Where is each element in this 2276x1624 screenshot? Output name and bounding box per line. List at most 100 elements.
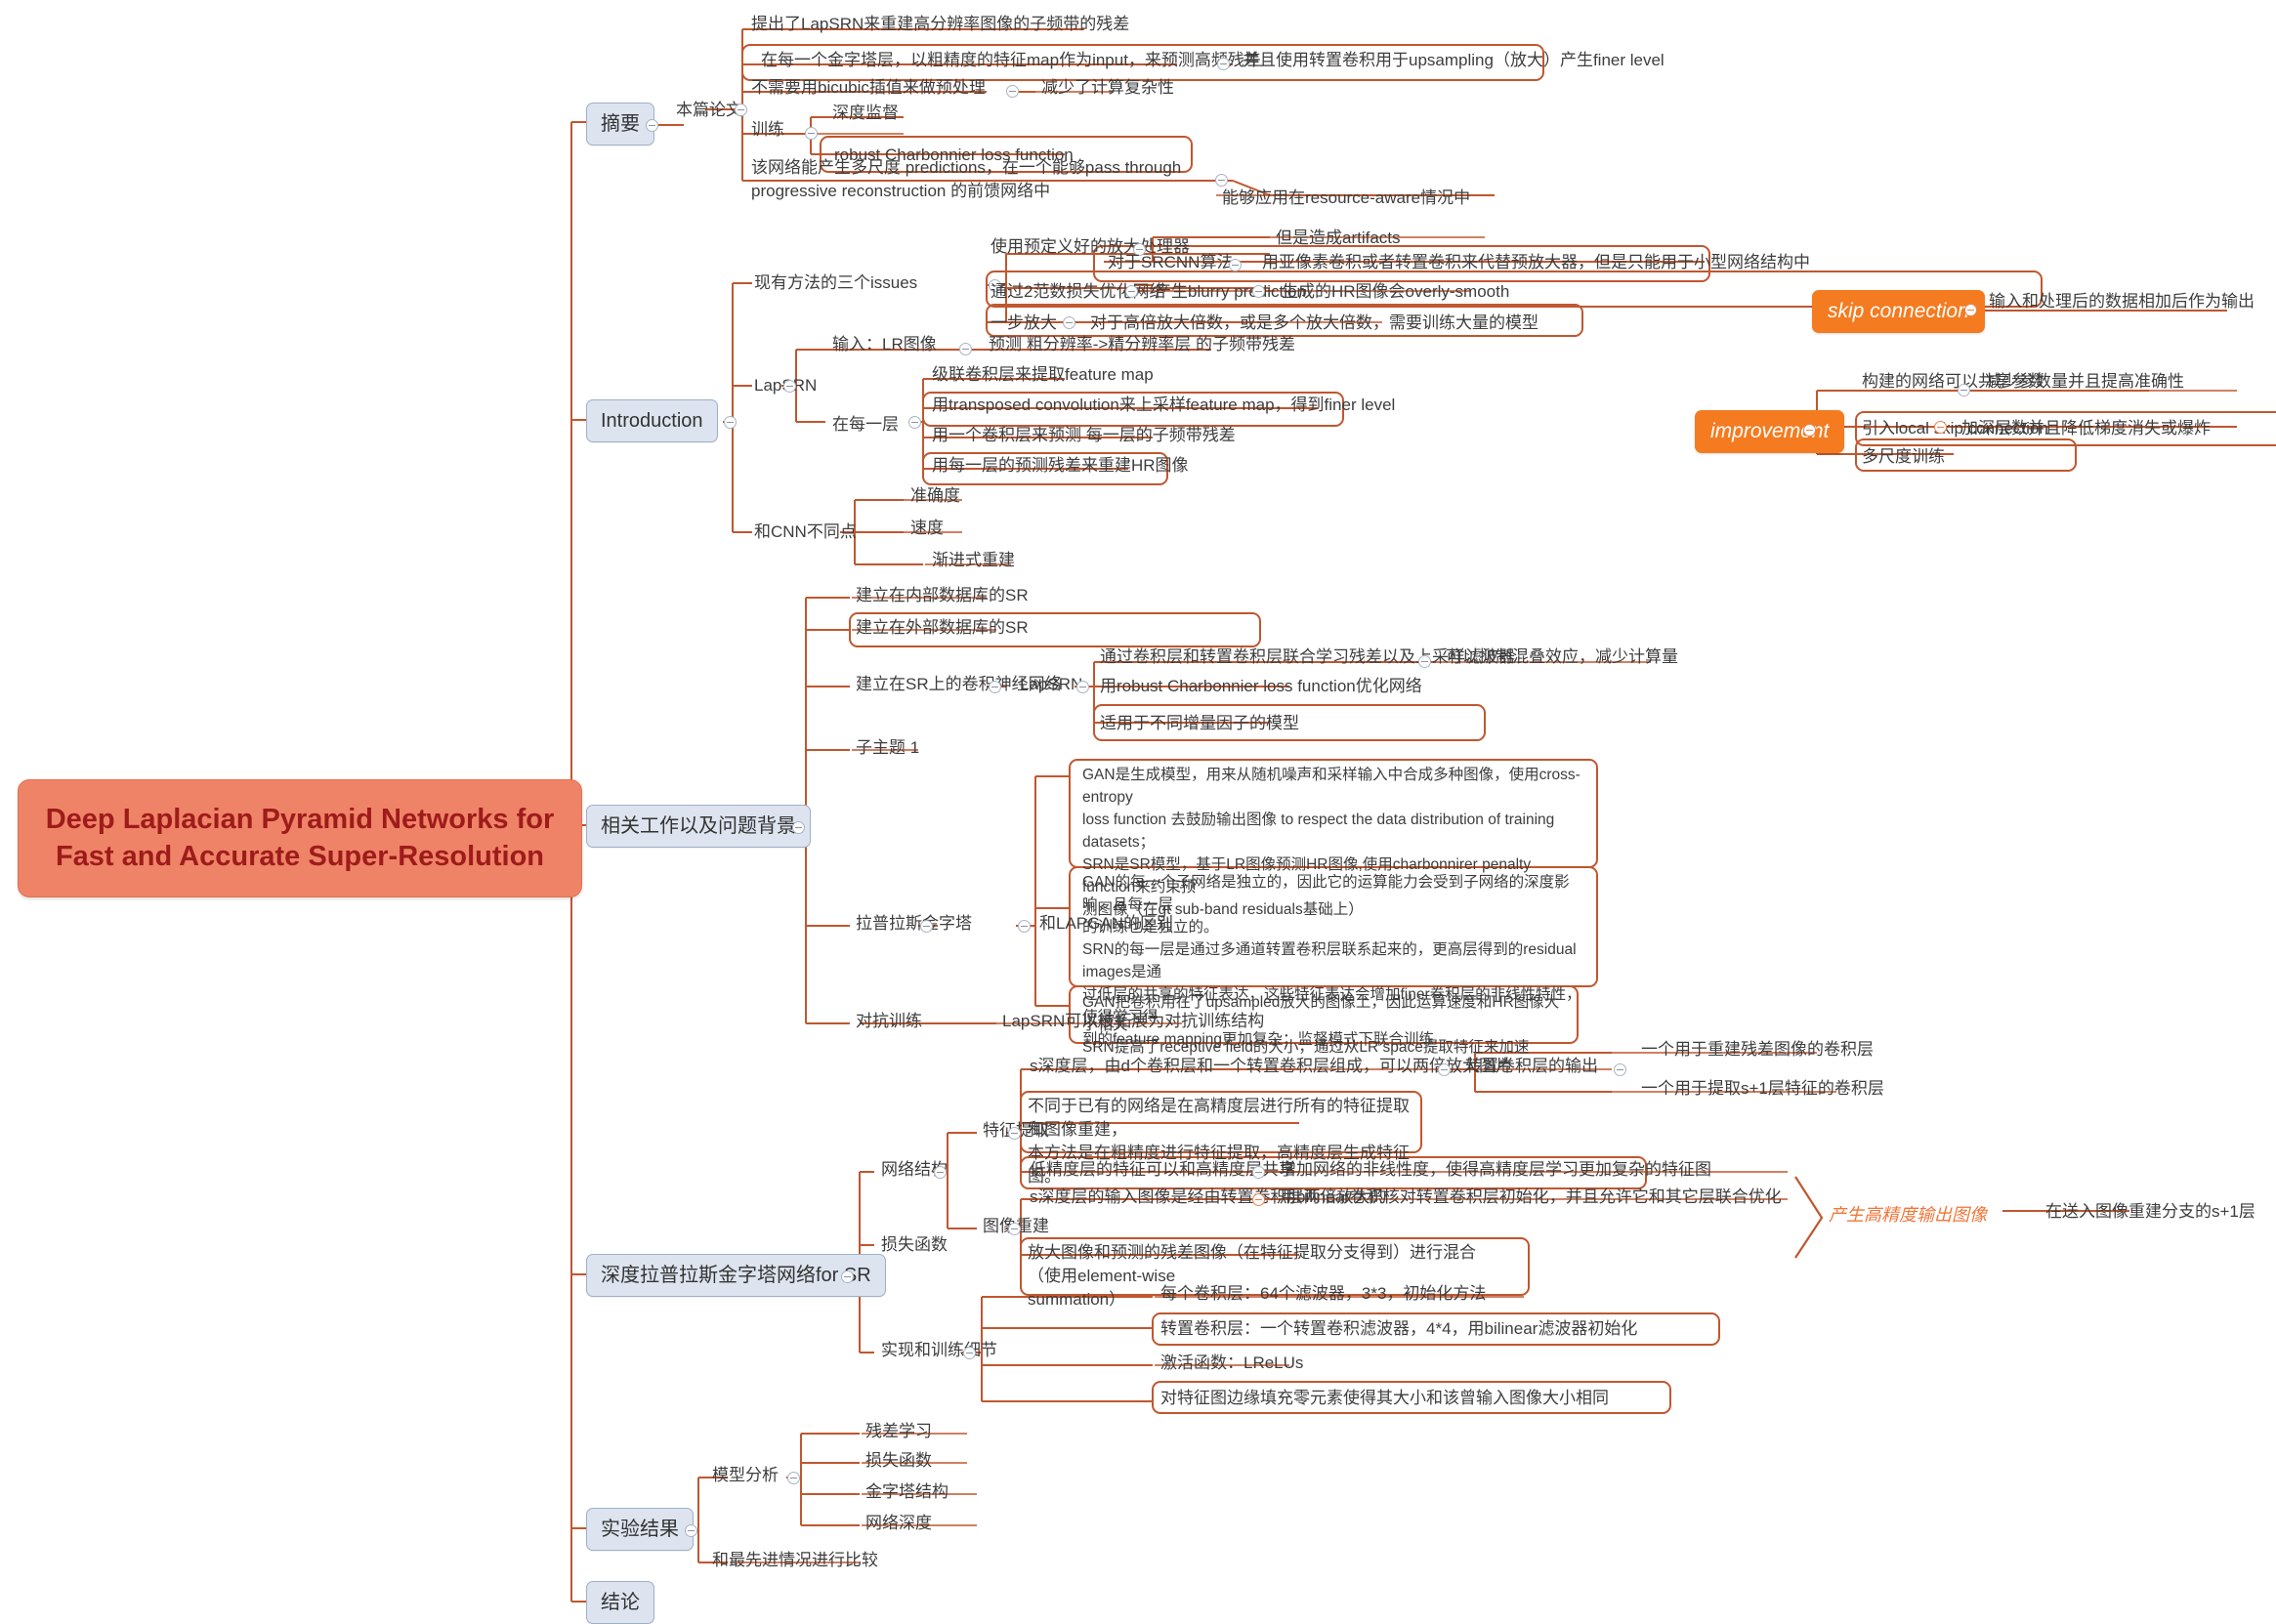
toggle-experiments[interactable] xyxy=(685,1524,697,1537)
experiments-comparison[interactable]: 和最先进情况进行比较 xyxy=(708,1548,882,1573)
toggle-lr-input[interactable] xyxy=(959,343,972,355)
feature-extraction-3[interactable]: 一个用于提取s+1层特征的卷积层 xyxy=(1637,1076,1888,1102)
impl-item-2[interactable]: 激活函数：LReLUs xyxy=(1157,1351,1307,1376)
abstract-item-9[interactable]: 能够应用在resource-aware情况中 xyxy=(1218,186,1474,211)
root-node[interactable]: Deep Laplacian Pyramid Networks for Fast… xyxy=(18,779,582,898)
toggle-network-structure[interactable] xyxy=(934,1166,947,1179)
intro-issue-6[interactable]: 生成的HR图像会overly-smooth xyxy=(1278,279,1513,305)
model-analysis-2[interactable]: 金字塔结构 xyxy=(862,1479,952,1505)
intro-diff-cnn-2[interactable]: 渐进式重建 xyxy=(928,548,1019,573)
abstract-item-1[interactable]: 在每一个金字塔层，以粗精度的特征map作为input，来预测高频残差 xyxy=(757,48,1265,73)
intro-diff-cnn-label[interactable]: 和CNN不同点 xyxy=(750,520,861,545)
intro-diff-cnn-0[interactable]: 准确度 xyxy=(906,483,964,509)
related-item-8[interactable]: 子主题 1 xyxy=(852,735,923,761)
toggle-transposed-output[interactable] xyxy=(1614,1063,1626,1076)
intro-issue-3[interactable]: 用亚像素卷积或者转置卷积来代替预放大器，但是只能用于小型网络结构中 xyxy=(1258,250,1814,275)
related-item-7[interactable]: 适用于不同增量因子的模型 xyxy=(1096,711,1303,736)
toggle-local-skip[interactable] xyxy=(1934,421,1947,434)
toggle-no-bicubic[interactable] xyxy=(1006,85,1019,98)
toggle-improvement[interactable] xyxy=(1803,424,1816,437)
branch-related-work[interactable]: 相关工作以及问题背景 xyxy=(586,805,811,849)
impl-item-3[interactable]: 对特征图边缘填充零元素使得其大小和该曾输入图像大小相同 xyxy=(1157,1386,1613,1411)
intro-lapsrn-2[interactable]: 在每一层 xyxy=(828,412,903,437)
toggle-each-layer[interactable] xyxy=(908,416,921,429)
toggle-blurry[interactable] xyxy=(1252,285,1265,298)
feature-extraction-1[interactable]: 转置卷积层的输出 xyxy=(1461,1054,1602,1079)
toggle-srcnn[interactable] xyxy=(1229,259,1242,271)
abstract-item-4[interactable]: 减少了计算复杂性 xyxy=(1037,75,1178,101)
callout-skip-connection[interactable]: skip connection xyxy=(1812,290,1985,333)
related-item-6[interactable]: 用robust Charbonnier loss function优化网络 xyxy=(1096,674,1426,699)
related-item-5[interactable]: 可以抑制混叠效应，减少计算量 xyxy=(1442,645,1682,670)
toggle-this-paper[interactable] xyxy=(735,104,747,116)
impl-item-0[interactable]: 每个卷积层：64个滤波器，3*3，初始化方法 xyxy=(1157,1281,1490,1307)
branch-introduction[interactable]: Introduction xyxy=(586,399,718,443)
toggle-one-step[interactable] xyxy=(1063,316,1075,329)
intro-lapsrn-6[interactable]: 用每一层的预测残差来重建HR图像 xyxy=(928,453,1193,479)
related-adversarial-detail[interactable]: LapSRN可以被拓展为对抗训练结构 xyxy=(998,1009,1268,1034)
intro-lapsrn-0[interactable]: 输入：LR图像 xyxy=(828,332,941,357)
toggle-l2-loss[interactable] xyxy=(1125,285,1138,298)
toggle-related-lapsrn[interactable] xyxy=(1076,681,1089,693)
callout-output-detail[interactable]: 在送入图像重建分支的s+1层 xyxy=(2042,1199,2259,1225)
intro-lapsrn-5[interactable]: 用一个卷积层来预测 每一层的子频带残差 xyxy=(928,423,1240,448)
related-item-1[interactable]: 建立在外部数据库的SR xyxy=(852,615,1033,641)
toggle-low-share[interactable] xyxy=(1252,1166,1265,1179)
abstract-item-8[interactable]: 该网络能产生多尺度 predictions，在一个能够pass through … xyxy=(747,155,1204,204)
abstract-item-6[interactable]: 深度监督 xyxy=(828,101,903,126)
model-analysis-label[interactable]: 模型分析 xyxy=(708,1463,782,1488)
toggle-feature-extraction[interactable] xyxy=(1008,1127,1021,1140)
intro-lapsrn-4[interactable]: 用transposed convolution来上采样feature map，得… xyxy=(928,393,1399,418)
toggle-pyramid-layer[interactable] xyxy=(1217,58,1230,70)
toggle-laplacian[interactable] xyxy=(920,920,933,933)
feature-extraction-6[interactable]: 增加网络的非线性度，使得高精度层学习更加复杂的特征图 xyxy=(1276,1157,1715,1183)
toggle-impl-details[interactable] xyxy=(963,1347,976,1359)
intro-diff-cnn-1[interactable]: 速度 xyxy=(906,516,948,541)
network-impl-label[interactable]: 实现和训练细节 xyxy=(877,1338,1001,1363)
branch-experiments[interactable]: 实验结果 xyxy=(586,1508,694,1552)
related-adversarial-label[interactable]: 对抗训练 xyxy=(852,1009,926,1034)
toggle-training[interactable] xyxy=(805,127,818,140)
toggle-diff-lapgan[interactable] xyxy=(1018,920,1031,933)
model-analysis-1[interactable]: 损失函数 xyxy=(862,1448,936,1474)
feature-extraction-2[interactable]: 一个用于重建残差图像的卷积层 xyxy=(1637,1037,1877,1062)
abstract-training[interactable]: 训练 xyxy=(747,117,788,143)
model-analysis-0[interactable]: 残差学习 xyxy=(862,1419,936,1444)
toggle-bilinear-init[interactable] xyxy=(1252,1193,1265,1206)
skip-connection-detail[interactable]: 输入和处理后的数据相加后作为输出 xyxy=(1985,289,2258,314)
toggle-s-depth-layer[interactable] xyxy=(1438,1063,1451,1076)
model-analysis-3[interactable]: 网络深度 xyxy=(862,1511,936,1536)
toggle-skip-connection[interactable] xyxy=(1964,304,1977,316)
improvement-item-4[interactable]: 多尺度训练 xyxy=(1858,444,1949,470)
abstract-item-0[interactable]: 提出了LapSRN来重建高分辨率图像的子频带的残差 xyxy=(747,12,1133,37)
toggle-network[interactable] xyxy=(841,1270,854,1283)
image-reconstruction-1[interactable]: 用bilinear卷积核对转置卷积层初始化，并且允许它和其它层联合优化 xyxy=(1276,1185,1786,1210)
intro-issues-label[interactable]: 现有方法的三个issues xyxy=(750,271,921,296)
toggle-model-analysis[interactable] xyxy=(787,1472,800,1484)
toggle-joint-learning[interactable] xyxy=(1418,655,1431,668)
network-loss-label[interactable]: 损失函数 xyxy=(877,1232,951,1258)
toggle-related-work[interactable] xyxy=(792,821,805,834)
intro-lapsrn-3[interactable]: 级联卷积层来提取feature map xyxy=(928,362,1158,388)
toggle-lapsrn[interactable] xyxy=(783,380,796,393)
intro-issue-1[interactable]: 但是造成artifacts xyxy=(1272,226,1405,251)
abstract-item-2[interactable]: 并且使用转置卷积用于upsampling（放大）产生finer level xyxy=(1239,48,1668,73)
intro-issue-2[interactable]: 对于SRCNN算法 xyxy=(1104,250,1237,275)
callout-improvement[interactable]: improvement xyxy=(1695,410,1845,453)
related-item-0[interactable]: 建立在内部数据库的SR xyxy=(852,583,1033,608)
branch-conclusion[interactable]: 结论 xyxy=(586,1581,654,1624)
intro-lapsrn-1[interactable]: 预测 粗分辨率->精分辨率层 的子频带残差 xyxy=(985,332,1299,357)
callout-output-label[interactable]: 产生高精度输出图像 xyxy=(1829,1203,1987,1228)
branch-abstract[interactable]: 摘要 xyxy=(586,103,654,146)
abstract-item-3[interactable]: 不需要用bicubic插值来做预处理 xyxy=(747,75,990,101)
intro-issue-4[interactable]: 通过2范数损失优化网络 xyxy=(987,279,1169,305)
improvement-item-1[interactable]: 减少参数量并且提高准确性 xyxy=(1981,369,2188,395)
toggle-sr-cnn-group[interactable] xyxy=(989,681,1001,693)
toggle-image-reconstruction[interactable] xyxy=(1008,1223,1021,1235)
impl-item-1[interactable]: 转置卷积层：一个转置卷积滤波器，4*4，用bilinear滤波器初始化 xyxy=(1157,1316,1641,1342)
toggle-introduction[interactable] xyxy=(724,416,737,429)
toggle-abstract[interactable] xyxy=(646,119,658,132)
related-laplacian-label[interactable]: 拉普拉斯金字塔 xyxy=(852,911,976,937)
improvement-item-3[interactable]: 加深层数并且降低梯度消失或爆炸 xyxy=(1958,416,2214,441)
toggle-share-params[interactable] xyxy=(1958,384,1970,396)
